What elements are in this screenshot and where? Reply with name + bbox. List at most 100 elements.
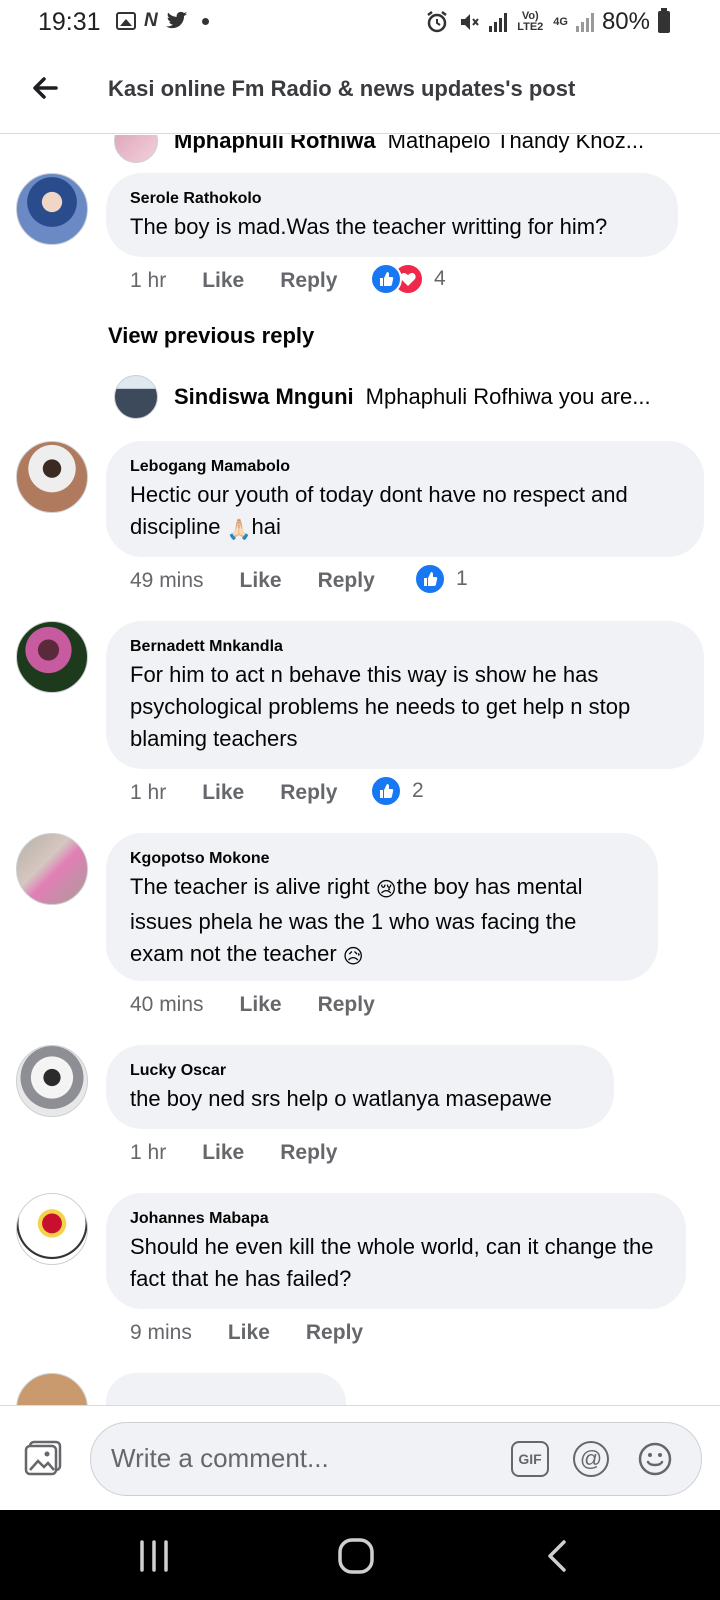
comment-input[interactable]: Write a comment... GIF @ [90,1422,702,1496]
comment-text: Should he even kill the whole world, can… [130,1234,654,1291]
reply-button[interactable]: Reply [280,781,337,805]
crying-face-emoji: 😢 [375,879,397,901]
avatar[interactable] [16,173,88,245]
reaction-count: 1 [456,567,468,590]
reply-preview[interactable]: Sindiswa Mnguni Mphaphuli Rofhiwa you ar… [114,375,651,419]
avatar[interactable] [16,621,88,693]
reply-snippet: Mphaphuli Rofhiwa you are... [365,384,651,409]
like-button[interactable]: Like [202,781,244,805]
comment-text-part: The teacher is alive right [130,874,376,899]
avatar[interactable] [114,375,158,419]
reply-button[interactable]: Reply [306,1321,363,1345]
comment-bubble[interactable]: Bernadett Mnkandla For him to act n beha… [106,621,704,769]
view-previous-reply-link[interactable]: View previous reply [108,323,314,349]
like-button[interactable]: Like [240,993,282,1017]
alarm-icon [427,11,448,33]
comment-author[interactable]: Johannes Mabapa [130,1209,662,1229]
avatar[interactable] [16,833,88,905]
reaction-summary[interactable]: 1 [414,563,468,595]
comment-placeholder: Write a comment... [111,1443,329,1473]
chevron-left-icon[interactable] [538,1538,578,1574]
battery-percentage: 80% [601,8,650,35]
back-arrow-icon[interactable] [26,68,66,108]
comment-author[interactable]: Serole Rathokolo [130,189,654,209]
comment-author[interactable]: Kgopotso Mokone [130,849,634,869]
comment-actions: 1 hr Like Reply [130,781,337,805]
like-button[interactable]: Like [228,1321,270,1345]
reaction-count: 2 [412,779,424,802]
comment-actions: 1 hr Like Reply [130,269,337,293]
comment-author[interactable]: Lebogang Mamabolo [130,457,680,477]
reply-button[interactable]: Reply [318,993,375,1017]
avatar[interactable] [16,1193,88,1265]
gif-button[interactable]: GIF [511,1441,549,1477]
signal-2-icon [575,12,594,32]
signal-1-icon [489,12,508,32]
comment-bubble[interactable] [106,1373,346,1405]
like-button[interactable]: Like [240,569,282,593]
comment-text: The boy is mad.Was the teacher writting … [130,214,608,239]
network-type-label: 4G [553,15,568,28]
status-time: 19:31 [38,8,101,36]
gallery-notification-icon [116,12,136,30]
comment-author[interactable]: Lucky Oscar [130,1061,590,1081]
comment-text: The teacher is alive right 😢the boy has … [130,871,634,973]
comment-bubble[interactable]: Lucky Oscar the boy ned srs help o watla… [106,1045,614,1129]
post-header: Kasi online Fm Radio & news updates's po… [0,46,720,134]
photo-icon[interactable] [24,1440,62,1476]
comment-time[interactable]: 1 hr [130,781,166,805]
comment-composer: Write a comment... GIF @ [0,1405,720,1510]
smiley-icon[interactable] [637,1441,673,1477]
comment-bubble[interactable]: Serole Rathokolo The boy is mad.Was the … [106,173,678,257]
mute-icon [461,14,480,30]
comment-bubble[interactable]: Kgopotso Mokone The teacher is alive rig… [106,833,658,981]
comment-bubble[interactable]: Lebogang Mamabolo Hectic our youth of to… [106,441,704,557]
comment-time[interactable]: 1 hr [130,1141,166,1165]
reaction-summary[interactable]: 2 [370,775,424,807]
system-navigation-bar [0,1510,720,1600]
comments-feed[interactable]: Mphaphuli Rofhiwa Mathapelo Thandy Khoz.… [0,135,720,1405]
reply-author[interactable]: Sindiswa Mnguni [174,384,354,410]
comment-actions: 9 mins Like Reply [130,1321,363,1345]
like-reaction-icon [370,263,402,295]
reply-author[interactable]: Mphaphuli Rofhiwa [174,135,376,154]
avatar[interactable] [16,1373,88,1405]
comment-time[interactable]: 9 mins [130,1321,192,1345]
twitter-notification-icon [165,11,187,29]
mention-button[interactable]: @ [573,1441,609,1477]
status-bar: 19:31 N Vo) LTE2 4G 80% [0,0,720,46]
more-notifications-dot [201,17,209,25]
sad-relieved-face-emoji: 😥 [342,946,364,968]
comment-time[interactable]: 49 mins [130,569,204,593]
reaction-summary[interactable]: 4 [370,263,446,295]
folded-hands-emoji: 🙏🏻 [226,519,252,541]
news-notification-icon: N [144,10,158,31]
comment-text-part: Hectic our youth of today dont have no r… [130,482,628,539]
recent-apps-icon[interactable] [134,1538,174,1574]
like-reaction-icon [370,775,402,807]
reply-button[interactable]: Reply [280,1141,337,1165]
comment-text: the boy ned srs help o watlanya masepawe [130,1086,552,1111]
avatar[interactable] [16,441,88,513]
like-button[interactable]: Like [202,269,244,293]
battery-icon [658,8,670,33]
comment-time[interactable]: 40 mins [130,993,204,1017]
avatar[interactable] [114,135,158,163]
comment-actions: 1 hr Like Reply [130,1141,337,1165]
home-icon[interactable] [336,1538,376,1574]
reply-preview-top[interactable]: Mphaphuli Rofhiwa Mathapelo Thandy Khoz.… [114,135,644,163]
system-icons: Vo) LTE2 4G 80% [425,8,670,36]
like-reaction-icon [414,563,446,595]
avatar[interactable] [16,1045,88,1117]
reply-button[interactable]: Reply [318,569,375,593]
comment-text: For him to act n behave this way is show… [130,662,631,751]
notification-icons: N [116,10,209,32]
comment-time[interactable]: 1 hr [130,269,166,293]
comment-author[interactable]: Bernadett Mnkandla [130,637,680,657]
comment-bubble[interactable]: Johannes Mabapa Should he even kill the … [106,1193,686,1309]
comment-text-part: hai [251,514,281,539]
comment-actions: 40 mins Like Reply [130,993,375,1017]
reaction-count: 4 [434,267,446,290]
reply-button[interactable]: Reply [280,269,337,293]
like-button[interactable]: Like [202,1141,244,1165]
